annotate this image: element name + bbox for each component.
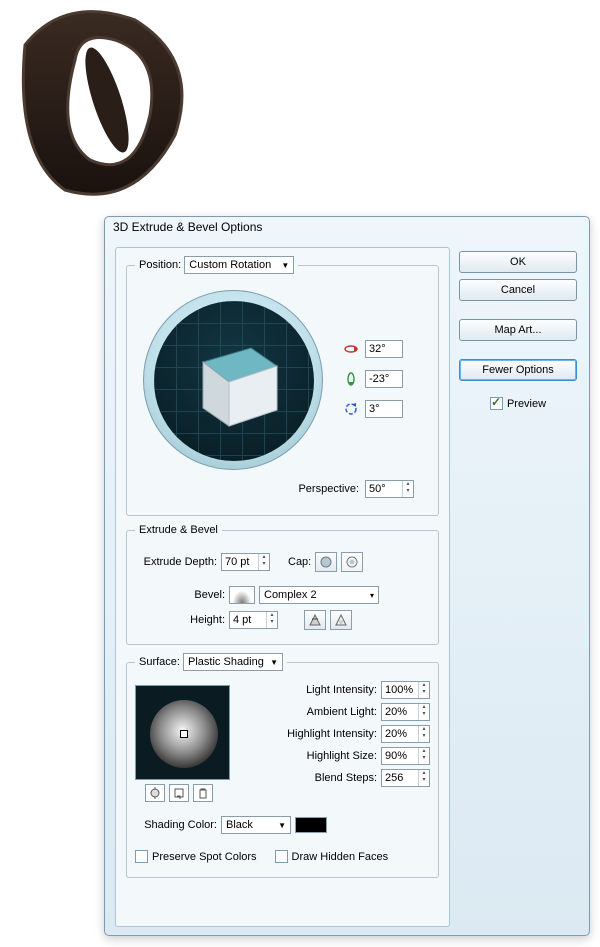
rotation-angles: 32° -23° 3°	[343, 340, 403, 418]
rotate-z-icon	[343, 401, 359, 417]
bevel-height-input[interactable]: 4 pt ▴▾	[229, 611, 278, 629]
rotate-x-icon	[343, 341, 359, 357]
options-panel: Position: Custom Rotation▼	[115, 247, 450, 927]
perspective-label: Perspective:	[298, 483, 359, 495]
light-intensity-input[interactable]: 100%▴▾	[381, 681, 430, 699]
rotate-y-icon	[343, 371, 359, 387]
position-mode-dropdown[interactable]: Custom Rotation▼	[184, 256, 294, 274]
lighting-preview-column	[135, 681, 230, 802]
extrude-depth-input[interactable]: 70 pt ▴▾	[221, 553, 270, 571]
highlight-intensity-label: Highlight Intensity:	[242, 728, 377, 740]
cap-on-button[interactable]	[315, 552, 337, 572]
new-light-button[interactable]	[169, 784, 189, 802]
dialog-title: 3D Extrude & Bevel Options	[105, 217, 589, 239]
surface-group: Surface: Plastic Shading▼	[126, 653, 439, 878]
light-intensity-label: Light Intensity:	[242, 684, 377, 696]
rot-z-input[interactable]: 3°	[365, 400, 403, 418]
rot-x-input[interactable]: 32°	[365, 340, 403, 358]
dialog-side-buttons: OK Cancel Map Art... Fewer Options Previ…	[459, 251, 577, 410]
position-group: Position: Custom Rotation▼	[126, 256, 439, 516]
preview-checkbox[interactable]: Preview	[490, 397, 546, 410]
bevel-extent-out-button[interactable]	[330, 610, 352, 630]
bevel-height-label: Height:	[135, 614, 225, 626]
fewer-options-button[interactable]: Fewer Options	[459, 359, 577, 381]
position-legend: Position: Custom Rotation▼	[135, 256, 298, 274]
ambient-light-label: Ambient Light:	[242, 706, 377, 718]
map-art-button[interactable]: Map Art...	[459, 319, 577, 341]
draw-hidden-faces-checkbox[interactable]: Draw Hidden Faces	[275, 850, 389, 863]
ok-button[interactable]: OK	[459, 251, 577, 273]
bevel-preview-swatch	[229, 586, 255, 604]
extrude-bevel-group: Extrude & Bevel Extrude Depth: 70 pt ▴▾ …	[126, 524, 439, 645]
delete-light-button[interactable]	[193, 784, 213, 802]
surface-legend: Surface: Plastic Shading▼	[135, 653, 287, 671]
blend-steps-label: Blend Steps:	[242, 772, 377, 784]
cancel-button[interactable]: Cancel	[459, 279, 577, 301]
perspective-input[interactable]: 50° ▴▾	[365, 480, 414, 498]
bevel-label: Bevel:	[135, 589, 225, 601]
highlight-size-label: Highlight Size:	[242, 750, 377, 762]
canvas-3d-letter	[5, 5, 195, 205]
highlight-size-input[interactable]: 90%▴▾	[381, 747, 430, 765]
extrude-bevel-legend: Extrude & Bevel	[135, 524, 222, 536]
bevel-extent-in-button[interactable]	[304, 610, 326, 630]
ambient-light-input[interactable]: 20%▴▾	[381, 703, 430, 721]
preserve-spot-colors-checkbox[interactable]: Preserve Spot Colors	[135, 850, 257, 863]
lighting-parameters: Light Intensity: 100%▴▾ Ambient Light: 2…	[242, 681, 430, 787]
cap-off-button[interactable]	[341, 552, 363, 572]
shading-color-dropdown[interactable]: Black▼	[221, 816, 291, 834]
rotation-trackball[interactable]	[143, 290, 323, 470]
light-move-back-button[interactable]	[145, 784, 165, 802]
blend-steps-input[interactable]: 256▴▾	[381, 769, 430, 787]
highlight-intensity-input[interactable]: 20%▴▾	[381, 725, 430, 743]
dialog-3d-extrude-bevel: 3D Extrude & Bevel Options Position: Cus…	[104, 216, 590, 936]
lighting-sphere-preview[interactable]	[135, 685, 230, 780]
surface-mode-dropdown[interactable]: Plastic Shading▼	[183, 653, 283, 671]
cap-label: Cap:	[288, 556, 311, 568]
bevel-dropdown[interactable]: Complex 2▾	[259, 586, 379, 604]
extrude-depth-label: Extrude Depth:	[135, 556, 217, 568]
shading-color-swatch[interactable]	[295, 817, 327, 833]
rot-y-input[interactable]: -23°	[365, 370, 403, 388]
shading-color-label: Shading Color:	[135, 819, 217, 831]
